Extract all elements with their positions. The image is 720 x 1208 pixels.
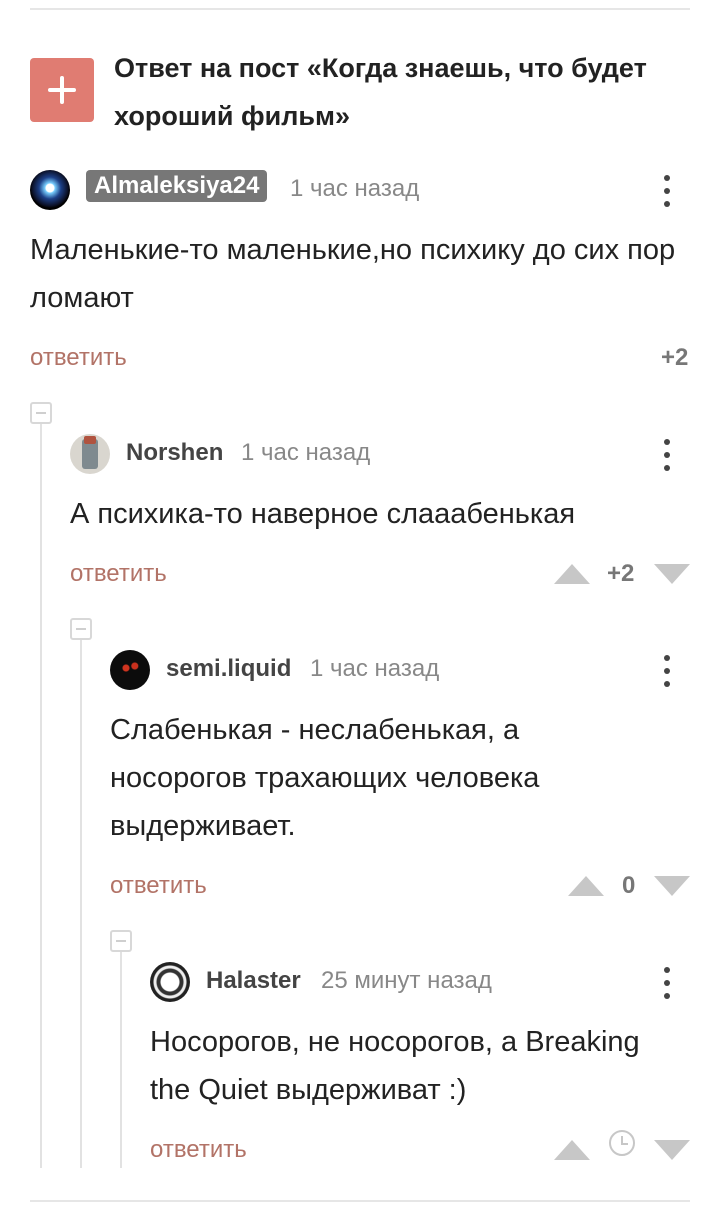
- downvote-icon[interactable]: [654, 876, 690, 896]
- upvote-icon[interactable]: [554, 564, 590, 584]
- comment-4: Halaster 25 минут назад Носорогов, не но…: [150, 962, 690, 1172]
- upvote-icon[interactable]: [568, 876, 604, 896]
- avatar[interactable]: [150, 962, 190, 1002]
- comment-time[interactable]: 25 минут назад: [321, 967, 492, 995]
- collapse-thread-toggle[interactable]: [110, 930, 132, 952]
- thread-line[interactable]: [80, 640, 82, 1168]
- clock-icon: [609, 1130, 635, 1156]
- avatar[interactable]: [70, 434, 110, 474]
- top-divider: [30, 8, 690, 10]
- comment-author[interactable]: Norshen: [126, 439, 223, 467]
- bottom-divider: [30, 1200, 690, 1202]
- reply-link[interactable]: ответить: [70, 560, 167, 588]
- plus-button[interactable]: [30, 58, 94, 122]
- more-options-icon[interactable]: [657, 965, 677, 1001]
- more-options-icon[interactable]: [657, 437, 677, 473]
- rating: 0: [622, 872, 636, 899]
- collapse-thread-toggle[interactable]: [30, 402, 52, 424]
- reply-link[interactable]: ответить: [110, 872, 207, 900]
- rating: +2: [661, 344, 689, 371]
- comment-time[interactable]: 1 час назад: [290, 175, 419, 203]
- comment-1: Almaleksiya24 1 час назад Маленькие-то м…: [30, 170, 690, 380]
- comment-3: semi.liquid 1 час назад Слабенькая - нес…: [110, 650, 690, 900]
- downvote-icon[interactable]: [654, 564, 690, 584]
- more-options-icon[interactable]: [657, 173, 677, 209]
- avatar-figure-head: [84, 436, 96, 444]
- rating: +2: [607, 560, 635, 587]
- comment-author[interactable]: semi.liquid: [166, 655, 291, 683]
- reply-link[interactable]: ответить: [150, 1136, 247, 1164]
- avatar[interactable]: [110, 650, 150, 690]
- post-title[interactable]: Ответ на пост «Когда знаешь, что будет х…: [114, 44, 704, 140]
- comment-2: Norshen 1 час назад А психика-то наверно…: [70, 434, 690, 604]
- comment-text: Маленькие-то маленькие,но психику до сих…: [30, 234, 676, 314]
- comment-text: Носорогов, не носорогов, а Breaking the …: [150, 1026, 640, 1106]
- thread-line[interactable]: [40, 424, 42, 1168]
- more-options-icon[interactable]: [657, 653, 677, 689]
- avatar[interactable]: [30, 170, 70, 210]
- comment-author[interactable]: Almaleksiya24: [86, 170, 268, 202]
- thread-line[interactable]: [120, 952, 122, 1168]
- comment-text: Слабенькая - неслабенькая, а носорогов т…: [110, 714, 540, 842]
- downvote-icon[interactable]: [654, 1140, 690, 1160]
- upvote-icon[interactable]: [554, 1140, 590, 1160]
- reply-link[interactable]: ответить: [30, 344, 127, 372]
- collapse-thread-toggle[interactable]: [70, 618, 92, 640]
- comment-text: А психика-то наверное слааабенькая: [70, 498, 576, 530]
- comment-time[interactable]: 1 час назад: [310, 655, 439, 683]
- comment-time[interactable]: 1 час назад: [241, 439, 370, 467]
- comment-author[interactable]: Halaster: [206, 967, 301, 995]
